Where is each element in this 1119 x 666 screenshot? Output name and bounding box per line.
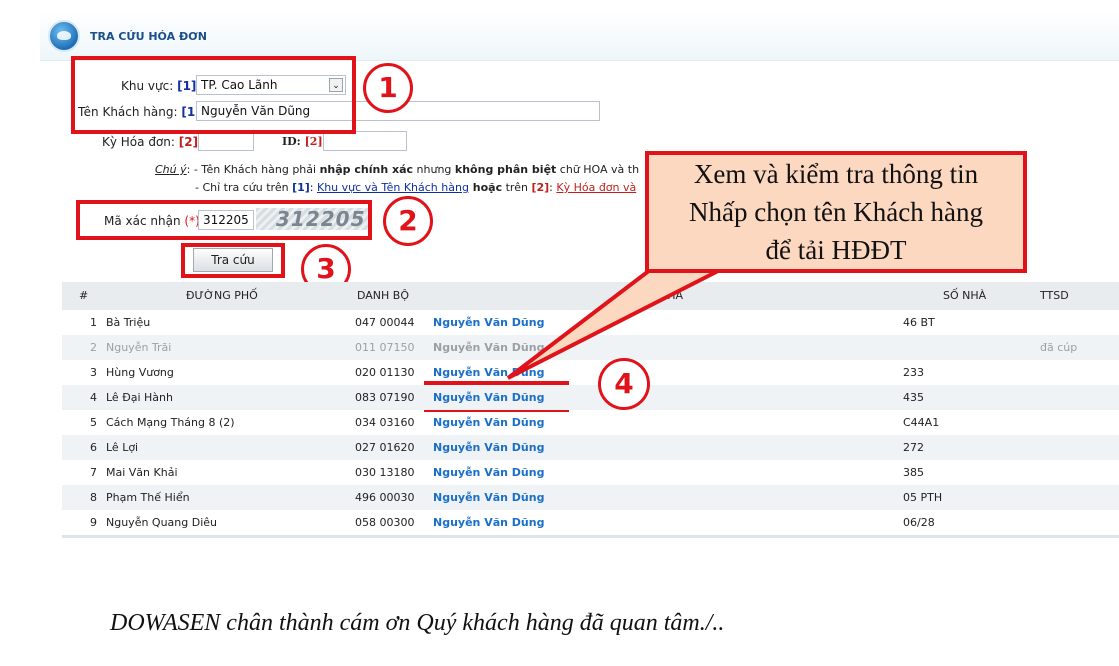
table-row: 5 Cách Mạng Tháng 8 (2) 034 03160 Nguyễn… [90, 416, 940, 429]
period-input[interactable] [198, 131, 254, 151]
table-row: 8 Phạm Thế Hiển 496 00030 Nguyễn Văn Dũn… [62, 485, 1119, 510]
col-header-index: # [79, 289, 89, 302]
customer-link[interactable]: Nguyễn Văn Dũng [433, 516, 544, 529]
note-line-2: - Chỉ tra cứu trên [1]: Khu vực và Tên K… [195, 181, 637, 194]
note-line-1: Chú ý: - Tên Khách hàng phải nhập chính … [155, 163, 640, 176]
table-row: 7 Mai Văn Khải 030 13180 Nguyễn Văn Dũng… [90, 466, 924, 479]
thank-you-message: DOWASEN chân thành cám ơn Quý khách hàng… [110, 610, 725, 636]
customer-link[interactable]: Nguyễn Văn Dũng [433, 441, 544, 454]
customer-link[interactable]: Nguyễn Văn Dũng [433, 491, 544, 504]
table-row: 9 Nguyễn Quang Diêu 058 00300 Nguyễn Văn… [90, 516, 935, 529]
customer-link[interactable]: Nguyễn Văn Dũng [433, 391, 544, 404]
step-2-marker: 2 [383, 196, 433, 246]
callout-box: Xem và kiểm tra thông tin Nhấp chọn tên … [645, 151, 1027, 273]
col-header-code: DANH BỘ [357, 289, 410, 302]
page-title: TRA CỨU HÓA ĐƠN [90, 30, 207, 43]
col-header-street: ĐƯỜNG PHỐ [186, 289, 258, 302]
table-row: 6 Lê Lợi 027 01620 Nguyễn Văn Dũng 272 [62, 435, 1119, 460]
step-4-marker: 4 [598, 358, 650, 410]
id-input[interactable] [323, 131, 407, 151]
logo-icon [48, 20, 80, 52]
period-id-link[interactable]: Kỳ Hóa đơn và [556, 181, 636, 194]
customer-link[interactable]: Nguyễn Văn Dũng [433, 466, 544, 479]
step-1-marker: 1 [363, 63, 413, 113]
id-label: ID: [2] [282, 135, 323, 148]
col-header-house: SỐ NHÀ [943, 289, 987, 302]
annotation-box-1 [71, 56, 356, 134]
annotation-box-2 [76, 200, 372, 240]
area-customer-link[interactable]: Khu vực và Tên Khách hàng [317, 181, 469, 194]
table-bottom-border [62, 535, 1119, 538]
customer-link[interactable]: Nguyễn Văn Dũng [433, 416, 544, 429]
col-header-status: TTSD [1040, 289, 1069, 302]
annotation-box-3 [181, 243, 285, 278]
period-label: Kỳ Hóa đơn: [2] [102, 135, 199, 149]
